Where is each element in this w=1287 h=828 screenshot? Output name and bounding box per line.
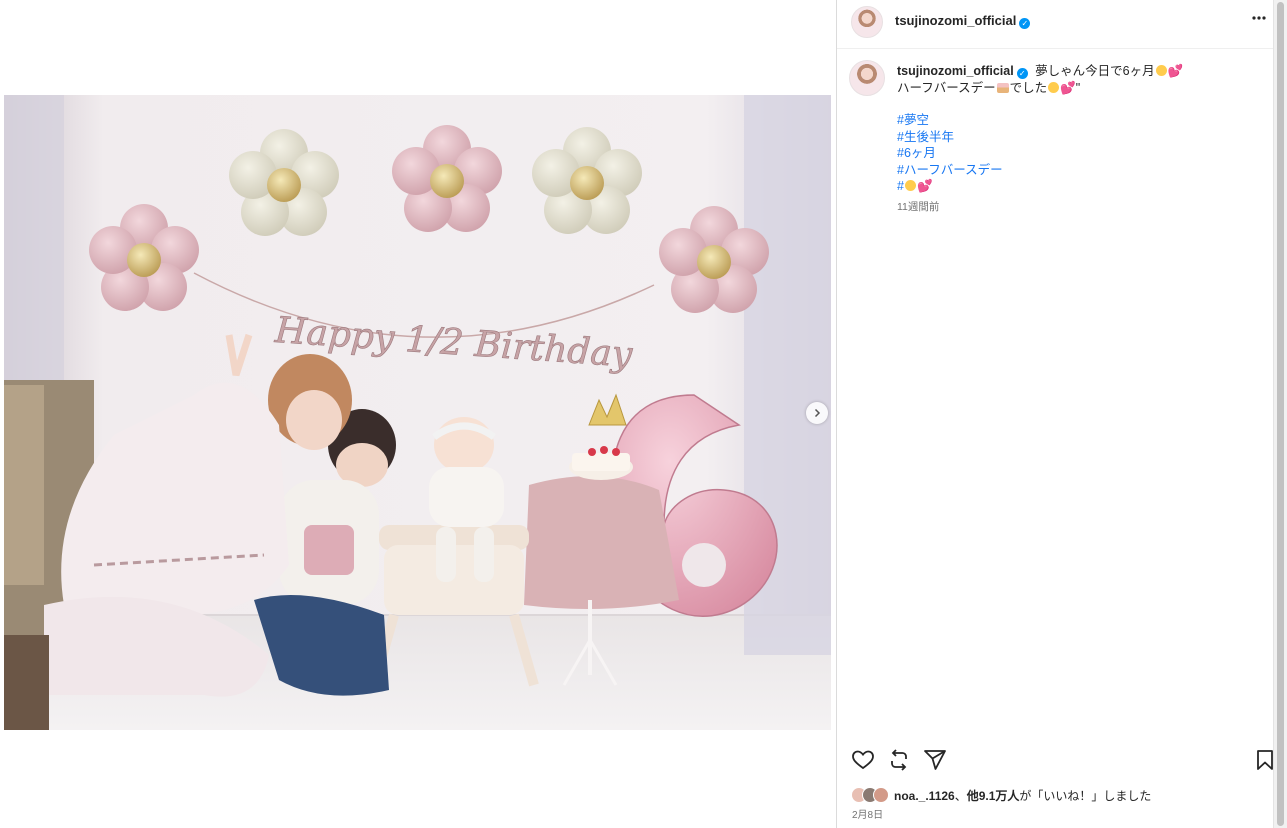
heart-icon — [852, 750, 874, 770]
likes-count[interactable]: 他9.1万人 — [967, 789, 1020, 803]
likes-text: noa._.1126、他9.1万人が「いいね！」しました — [894, 787, 1151, 804]
two-hearts-emoji-icon: 💕 — [1060, 80, 1076, 95]
author-avatar[interactable] — [851, 6, 883, 38]
repost-button[interactable] — [887, 748, 911, 772]
caption-time-ago[interactable]: 11週間前 — [897, 199, 939, 214]
caption-line-2b: でした — [1009, 80, 1048, 95]
send-icon — [924, 750, 946, 770]
post-caption: tsujinozomi_official ✓ 夢しゃん今日で6ヶ月 💕 ハーフバース… — [897, 63, 1262, 96]
post-side-panel: tsujinozomi_official ✓ tsujinozomi_offici… — [836, 0, 1274, 828]
caption-author-avatar[interactable] — [849, 60, 885, 96]
hashtag-link[interactable]: #6ヶ月 — [897, 145, 1003, 162]
more-options-button[interactable] — [1251, 10, 1271, 30]
post-media-area: Happy 1/2 Birthday — [0, 0, 836, 828]
hashtag-link[interactable]: #夢空 — [897, 112, 1003, 129]
two-hearts-emoji-icon: 💕 — [1167, 64, 1184, 78]
hashtag-link[interactable]: #ハーフバースデー — [897, 162, 1003, 179]
liker-avatar[interactable] — [873, 787, 889, 803]
cake-emoji-icon — [996, 82, 1009, 93]
post-action-bar — [837, 744, 1274, 776]
like-button[interactable] — [851, 748, 875, 772]
carousel-next-button[interactable] — [806, 402, 828, 424]
caption-line-2a: ハーフバースデー — [897, 80, 996, 95]
hashtag-list: #夢空 #生後半年 #6ヶ月 #ハーフバースデー # 💕 — [897, 112, 1003, 195]
likes-summary: noa._.1126、他9.1万人が「いいね！」しました — [851, 786, 1151, 804]
post-header: tsujinozomi_official ✓ — [837, 0, 1274, 49]
share-button[interactable] — [923, 748, 947, 772]
photo-illustration: Happy 1/2 Birthday — [4, 95, 831, 730]
caption-line-1: 夢しゃん今日で6ヶ月 — [1035, 64, 1155, 78]
verified-badge-icon: ✓ — [1016, 68, 1028, 79]
hashtag-symbol[interactable]: # — [897, 179, 904, 193]
more-horizontal-icon — [1252, 16, 1266, 20]
chevron-right-icon — [814, 408, 821, 418]
liker-username[interactable]: noa._.1126 — [894, 789, 955, 803]
scrollbar-thumb[interactable] — [1277, 2, 1284, 826]
post-date[interactable]: 2月8日 — [852, 806, 883, 821]
baby-emoji-icon — [904, 180, 916, 191]
caption-tail: " — [1075, 80, 1081, 95]
repost-icon — [891, 749, 907, 771]
likes-separator: 、 — [954, 788, 967, 803]
verified-badge-icon: ✓ — [1019, 18, 1031, 29]
caption-username-text[interactable]: tsujinozomi_official — [897, 64, 1014, 78]
hashtag-link[interactable]: #生後半年 — [897, 129, 1003, 146]
username-text[interactable]: tsujinozomi_official — [895, 13, 1016, 28]
baby-emoji-icon — [1155, 65, 1167, 76]
baby-emoji-icon — [1048, 81, 1060, 93]
author-username-header[interactable]: tsujinozomi_official ✓ — [895, 13, 1031, 29]
caption-username[interactable]: tsujinozomi_official ✓ — [897, 64, 1028, 79]
page-scrollbar[interactable] — [1273, 0, 1287, 828]
post-photo[interactable]: Happy 1/2 Birthday — [4, 95, 831, 730]
two-hearts-emoji-icon: 💕 — [916, 179, 933, 193]
likes-suffix: が「いいね！」しました — [1019, 788, 1152, 803]
hashtag-emoji-row[interactable]: # 💕 — [897, 178, 1003, 195]
